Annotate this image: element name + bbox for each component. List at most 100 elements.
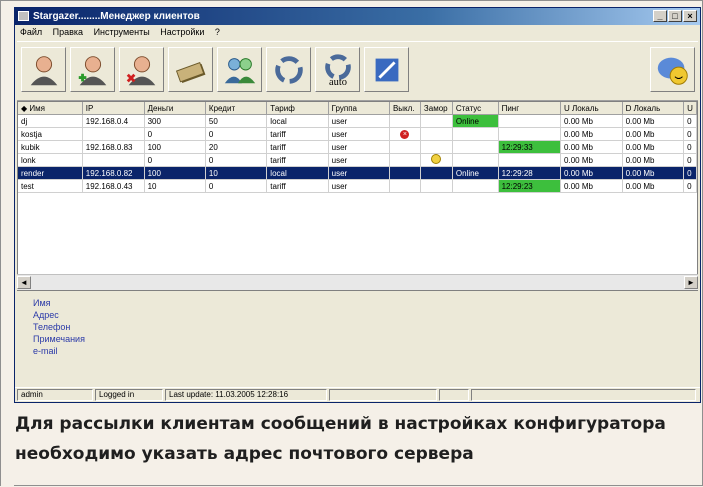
horizontal-scrollbar[interactable]: ◄ ► bbox=[17, 274, 698, 290]
disabled-icon: × bbox=[400, 130, 410, 139]
minimize-button[interactable]: _ bbox=[653, 10, 667, 22]
cell-ip: 192.168.0.83 bbox=[82, 140, 145, 154]
refresh-button[interactable] bbox=[266, 47, 311, 92]
cell-name: test bbox=[18, 179, 83, 193]
payment-button[interactable] bbox=[168, 47, 213, 92]
table-row[interactable]: test 192.168.0.43 10 0 tariff user 12:29:23 0.0… bbox=[18, 179, 697, 193]
cell-tariff: tariff bbox=[266, 179, 329, 193]
toolbar: auto bbox=[17, 41, 698, 101]
left-strip bbox=[1, 1, 14, 487]
window-controls: _ □ × bbox=[653, 10, 697, 22]
cell-credit: 0 bbox=[205, 179, 268, 193]
auto-refresh-button[interactable]: auto bbox=[315, 47, 360, 92]
detail-address: Адрес bbox=[33, 310, 59, 320]
chat-button[interactable] bbox=[650, 47, 695, 92]
menu-settings[interactable]: Настройки bbox=[160, 25, 204, 39]
cell-ping bbox=[498, 153, 562, 167]
cell-off bbox=[389, 114, 421, 128]
cell-u: 0 bbox=[683, 140, 697, 154]
page-frame: Stargazer........Менеджер клиентов _ □ ×… bbox=[0, 0, 703, 487]
table-row[interactable]: lonk 0 0 tariff user 0.00 Mb 0.00 Mb 0 bbox=[18, 153, 697, 167]
menu-help[interactable]: ? bbox=[215, 25, 220, 39]
cell-name: dj bbox=[18, 114, 83, 128]
close-button[interactable]: × bbox=[683, 10, 697, 22]
title-bar[interactable]: Stargazer........Менеджер клиентов _ □ × bbox=[15, 8, 700, 25]
cell-frozen bbox=[420, 179, 453, 193]
cell-d-local: 0.00 Mb bbox=[622, 153, 685, 167]
clients-table: ◆ Имя IP Деньги Кредит Тариф Группа Выкл… bbox=[18, 102, 697, 193]
cell-ip bbox=[82, 127, 145, 141]
delete-user-button[interactable] bbox=[119, 47, 164, 92]
cell-u: 0 bbox=[683, 114, 697, 128]
cell-status: Online bbox=[452, 166, 499, 180]
maximize-button[interactable]: □ bbox=[668, 10, 682, 22]
client-details: Имя Адрес Телефон Примечания e-mail bbox=[17, 293, 698, 383]
cell-money: 100 bbox=[144, 166, 206, 180]
cell-status bbox=[452, 127, 499, 141]
cell-off: × bbox=[389, 127, 421, 141]
cell-group: user bbox=[328, 166, 390, 180]
col-credit[interactable]: Кредит bbox=[205, 102, 268, 115]
cell-ping bbox=[498, 114, 562, 128]
table-row[interactable]: kostja 0 0 tariff user × 0.00 Mb 0.00 Mb 0 bbox=[18, 127, 697, 141]
window-title: Stargazer........Менеджер клиентов bbox=[33, 11, 200, 22]
user-button[interactable] bbox=[21, 47, 66, 92]
cell-frozen bbox=[420, 114, 453, 128]
col-u-local[interactable]: U Локаль bbox=[560, 102, 623, 115]
cell-u-local: 0.00 Mb bbox=[560, 127, 623, 141]
cell-credit: 20 bbox=[205, 140, 268, 154]
cell-frozen bbox=[420, 153, 453, 167]
col-tariff[interactable]: Тариф bbox=[266, 102, 329, 115]
col-group[interactable]: Группа bbox=[328, 102, 390, 115]
col-money[interactable]: Деньги bbox=[144, 102, 206, 115]
scroll-right-icon[interactable]: ► bbox=[684, 276, 698, 289]
edit-button[interactable] bbox=[364, 47, 409, 92]
cell-frozen bbox=[420, 127, 453, 141]
cell-credit: 50 bbox=[205, 114, 268, 128]
cell-u: 0 bbox=[683, 153, 697, 167]
col-disabled[interactable]: Выкл. bbox=[389, 102, 421, 115]
cell-tariff: tariff bbox=[266, 127, 329, 141]
table-row[interactable]: render 192.168.0.82 100 10 local user Online 12… bbox=[18, 166, 697, 180]
col-frozen[interactable]: Замор bbox=[420, 102, 453, 115]
status-bar: admin Logged in Last update: 11.03.2005 … bbox=[15, 387, 700, 402]
menu-file[interactable]: Файл bbox=[20, 25, 42, 39]
cell-off bbox=[389, 166, 421, 180]
col-name[interactable]: ◆ Имя bbox=[18, 102, 83, 115]
cell-ping: 12:29:28 bbox=[498, 166, 562, 180]
cell-ip: 192.168.0.82 bbox=[82, 166, 145, 180]
cell-u: 0 bbox=[683, 127, 697, 141]
col-ip[interactable]: IP bbox=[82, 102, 145, 115]
cell-tariff: local bbox=[266, 114, 329, 128]
cell-d-local: 0.00 Mb bbox=[622, 166, 685, 180]
detail-phone: Телефон bbox=[33, 322, 71, 332]
cell-status: Online bbox=[452, 114, 499, 128]
cell-name: kubik bbox=[18, 140, 83, 154]
group-users-button[interactable] bbox=[217, 47, 262, 92]
status-progress bbox=[329, 389, 437, 401]
payment-icon bbox=[175, 61, 205, 83]
scroll-left-icon[interactable]: ◄ bbox=[17, 276, 31, 289]
cell-ping: 12:29:23 bbox=[498, 179, 562, 193]
col-d-local[interactable]: D Локаль bbox=[622, 102, 685, 115]
menu-tools[interactable]: Инструменты bbox=[94, 25, 150, 39]
status-panel-2 bbox=[471, 389, 696, 401]
cell-ping: 12:29:33 bbox=[498, 140, 562, 154]
table-row[interactable]: dj 192.168.0.4 300 50 local user Online 0.00 Mb… bbox=[18, 114, 697, 128]
col-u[interactable]: U bbox=[683, 102, 697, 115]
cell-name: lonk bbox=[18, 153, 83, 167]
app-window: Stargazer........Менеджер клиентов _ □ ×… bbox=[14, 7, 701, 403]
add-user-button[interactable] bbox=[70, 47, 115, 92]
cell-ip bbox=[82, 153, 145, 167]
cell-group: user bbox=[328, 153, 390, 167]
col-ping[interactable]: Пинг bbox=[498, 102, 562, 115]
clients-grid[interactable]: ◆ Имя IP Деньги Кредит Тариф Группа Выкл… bbox=[17, 101, 698, 291]
col-status[interactable]: Статус bbox=[452, 102, 499, 115]
cell-u-local: 0.00 Mb bbox=[560, 153, 623, 167]
detail-email: e-mail bbox=[33, 346, 58, 356]
table-row[interactable]: kubik 192.168.0.83 100 20 tariff user 12:29:33… bbox=[18, 140, 697, 154]
user-icon bbox=[30, 55, 57, 85]
cell-tariff: tariff bbox=[266, 153, 329, 167]
cell-off bbox=[389, 140, 421, 154]
menu-edit[interactable]: Правка bbox=[53, 25, 83, 39]
